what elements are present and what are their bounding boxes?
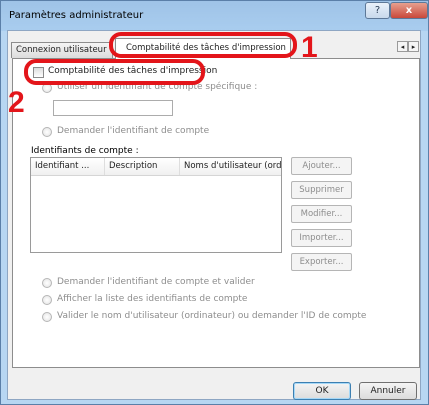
specific-account-id-field[interactable]	[53, 100, 173, 116]
radio-button[interactable]	[42, 278, 52, 288]
window-title: Paramètres administrateur	[9, 10, 144, 21]
ok-button[interactable]: OK	[293, 382, 351, 400]
cancel-button[interactable]: Annuler	[359, 382, 417, 400]
column-header-user-names[interactable]: Noms d'utilisateur (ordi	[180, 158, 281, 175]
radio-button[interactable]	[42, 127, 52, 137]
callout-highlight-checkbox	[24, 59, 205, 85]
callout-highlight-tab	[109, 32, 297, 58]
column-header-account-id[interactable]: Identifiant ...	[31, 158, 105, 175]
column-header-description[interactable]: Description	[105, 158, 180, 175]
add-button[interactable]: Ajouter...	[291, 157, 352, 175]
tab-scroll-left-icon[interactable]: ◂	[397, 41, 408, 52]
export-button[interactable]: Exporter...	[291, 253, 352, 271]
tab-user-login[interactable]: Connexion utilisateur	[11, 42, 113, 58]
list-header: Identifiant ... Description Noms d'utili…	[31, 158, 281, 176]
radio-label: Demander l'identifiant de compte et vali…	[57, 277, 255, 287]
account-ids-list[interactable]: Identifiant ... Description Noms d'utili…	[30, 157, 282, 253]
import-button[interactable]: Importer...	[291, 229, 352, 247]
help-button[interactable]: ?	[365, 2, 390, 19]
radio-button[interactable]	[42, 295, 52, 305]
account-ids-label: Identifiants de compte :	[31, 146, 139, 156]
radio-label: Valider le nom d'utilisateur (ordinateur…	[57, 311, 367, 321]
modify-button[interactable]: Modifier...	[291, 205, 352, 223]
radio-label: Demander l'identifiant de compte	[57, 126, 210, 136]
delete-button[interactable]: Supprimer	[291, 181, 352, 199]
callout-number-2: 2	[8, 86, 25, 119]
radio-button[interactable]	[42, 312, 52, 322]
tab-scroll-right-icon[interactable]: ▸	[408, 41, 419, 52]
radio-label: Afficher la liste des identifiants de co…	[57, 294, 248, 304]
title-bar[interactable]: Paramètres administrateur ? x	[1, 1, 428, 29]
close-button[interactable]: x	[390, 2, 428, 19]
callout-number-1: 1	[301, 31, 318, 64]
